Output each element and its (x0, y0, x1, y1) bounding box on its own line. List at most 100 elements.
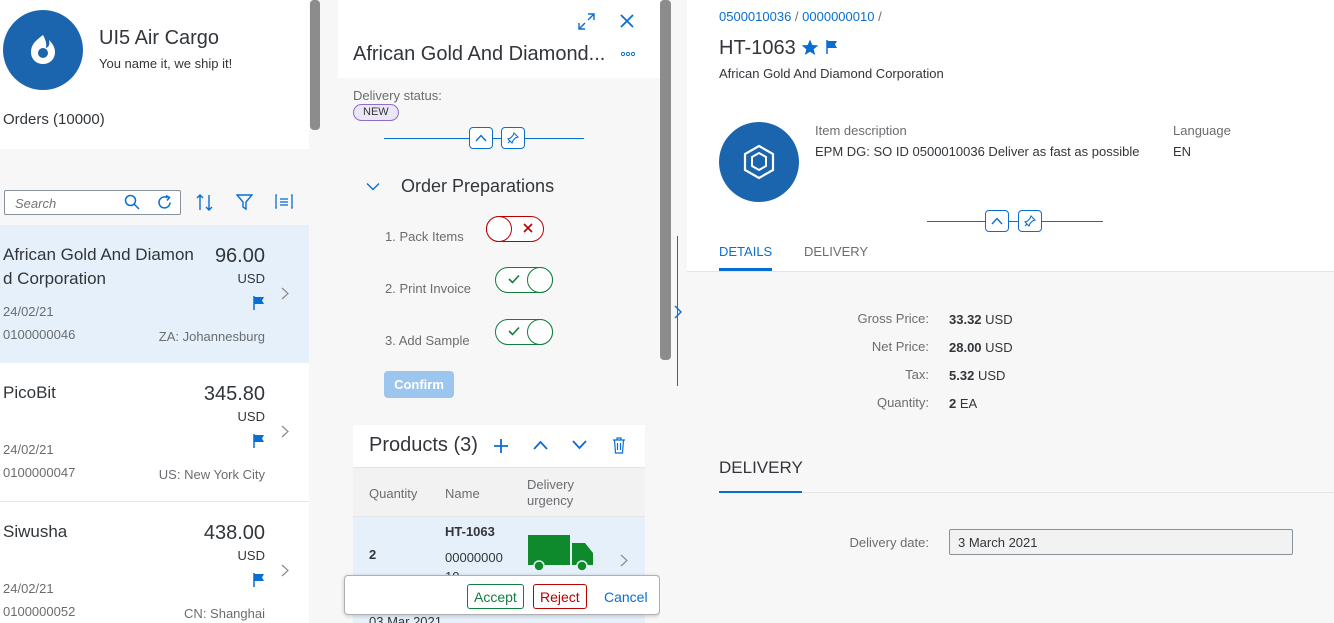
chevron-down-icon[interactable] (366, 182, 380, 191)
detail-header: African Gold And Diamond... (338, 0, 660, 78)
tax-label: Tax: (905, 367, 929, 382)
item-detail-panel: 0500010036 / 0000000010 / HT-1063 Africa… (687, 0, 1334, 623)
column-header-name: Name (445, 486, 480, 501)
order-customer-name: PicoBit (3, 383, 56, 402)
row-product-id: 00000000 (445, 550, 503, 565)
search-icon[interactable] (124, 194, 140, 210)
breadcrumb-link[interactable]: 0000000010 (802, 9, 874, 24)
reject-button[interactable]: Reject (533, 584, 587, 609)
products-title: Products (3) (369, 434, 478, 456)
tax-value: 5.32 USD (949, 368, 1006, 383)
flag-icon (826, 40, 838, 54)
sort-icon[interactable] (195, 193, 214, 212)
pin-icon (507, 132, 519, 144)
close-icon[interactable] (620, 14, 634, 28)
pack-items-switch[interactable] (486, 216, 544, 242)
pin-icon (1024, 215, 1036, 227)
list-item[interactable]: Siwusha 438.00 USD 24/02/21 0100000052 C… (0, 502, 309, 623)
order-id: 0100000046 (3, 327, 76, 342)
tab-details[interactable]: DETAILS (719, 244, 772, 259)
chevron-right-icon (620, 554, 628, 567)
item-header: 0500010036 / 0000000010 / HT-1063 Africa… (687, 0, 1334, 272)
gross-price-label: Gross Price: (857, 311, 929, 326)
star-icon (801, 39, 819, 56)
collapse-header-button[interactable] (469, 127, 493, 149)
language-label: Language (1173, 123, 1231, 138)
expand-column-icon[interactable] (673, 305, 683, 319)
order-location: CN: Shanghai (184, 606, 265, 621)
order-currency: USD (237, 409, 265, 424)
move-up-icon[interactable] (533, 440, 548, 450)
fullscreen-icon[interactable] (578, 13, 595, 30)
delivery-section-title: DELIVERY (719, 458, 803, 477)
overflow-icon[interactable] (621, 51, 635, 57)
checkmark-icon (508, 274, 520, 284)
order-date: 24/02/21 (3, 442, 54, 457)
delete-icon[interactable] (612, 437, 626, 454)
move-down-icon[interactable] (572, 440, 587, 450)
footer-actions-bar: Accept Reject Cancel (344, 575, 660, 615)
app-logo (3, 10, 83, 90)
search-input[interactable] (15, 194, 115, 212)
breadcrumb-link[interactable]: 0500010036 (719, 9, 791, 24)
collapse-header-button[interactable] (985, 210, 1009, 232)
column-header-urgency: Delivery (527, 477, 574, 492)
column-header-urgency-line2: urgency (527, 493, 574, 508)
breadcrumb-separator: / (791, 9, 803, 24)
pin-header-button[interactable] (1018, 210, 1042, 232)
print-invoice-switch[interactable] (495, 267, 553, 293)
language-value: EN (1173, 144, 1192, 159)
search-field[interactable] (4, 190, 181, 215)
flag-icon (253, 434, 265, 448)
list-item[interactable]: PicoBit 345.80 USD 24/02/21 0100000047 U… (0, 363, 309, 502)
switch-knob (527, 319, 553, 345)
detail-title: African Gold And Diamond... (353, 43, 606, 65)
step-label: 3. Add Sample (385, 333, 470, 348)
order-date: 24/02/21 (3, 581, 54, 596)
step-label: 2. Print Invoice (385, 281, 471, 296)
chevron-up-icon (475, 134, 487, 142)
tab-delivery[interactable]: DELIVERY (804, 244, 868, 259)
accept-button[interactable]: Accept (467, 584, 524, 609)
refresh-icon[interactable] (156, 194, 173, 211)
order-location: ZA: Johannesburg (158, 329, 265, 344)
app-subtitle: You name it, we ship it! (99, 56, 233, 71)
net-price-value: 28.00 USD (949, 340, 1013, 355)
product-box-icon (743, 144, 775, 180)
section-underline (719, 491, 802, 493)
description-value: EPM DG: SO ID 0500010036 Deliver as fast… (815, 144, 1140, 159)
add-icon[interactable] (493, 438, 509, 454)
app-title: UI5 Air Cargo (99, 27, 220, 49)
table-header: Quantity Name Delivery urgency (353, 467, 645, 517)
gross-price-value: 33.32 USD (949, 312, 1013, 327)
pin-header-button[interactable] (501, 127, 525, 149)
delivery-date-field[interactable]: 3 March 2021 (949, 529, 1293, 555)
master-scrollbar[interactable] (310, 0, 320, 130)
confirm-button[interactable]: Confirm (384, 371, 454, 398)
add-sample-switch[interactable] (495, 319, 553, 345)
list-item[interactable]: African Gold And Diamond Corporation 96.… (0, 225, 309, 364)
master-list-panel: UI5 Air Cargo You name it, we ship it! O… (0, 0, 309, 623)
filter-icon[interactable] (236, 193, 253, 210)
order-location: US: New York City (158, 467, 265, 482)
order-customer-name: Siwusha (3, 522, 68, 541)
delivery-date-label: Delivery date: (849, 535, 929, 550)
detail-scrollbar[interactable] (660, 0, 671, 360)
column-header-quantity: Quantity (369, 486, 418, 501)
section-divider (719, 492, 1334, 493)
cancel-button[interactable]: Cancel (598, 584, 654, 609)
row-quantity: 2 (369, 547, 377, 562)
quantity-value: 2 EA (949, 396, 978, 411)
order-currency: USD (237, 548, 265, 563)
group-icon[interactable] (275, 193, 293, 210)
delivery-status-label: Delivery status: (353, 88, 442, 103)
row-product-name: HT-1063 (445, 524, 495, 539)
flag-icon (253, 296, 265, 310)
description-label: Item description (815, 123, 907, 138)
row-date: 03 Mar 2021 (369, 614, 442, 623)
breadcrumb: 0500010036 / 0000000010 / (719, 9, 882, 24)
order-price: 438.00 (203, 522, 265, 544)
switch-knob (486, 216, 512, 242)
item-title: HT-1063 (719, 37, 796, 59)
order-currency: USD (237, 271, 265, 286)
